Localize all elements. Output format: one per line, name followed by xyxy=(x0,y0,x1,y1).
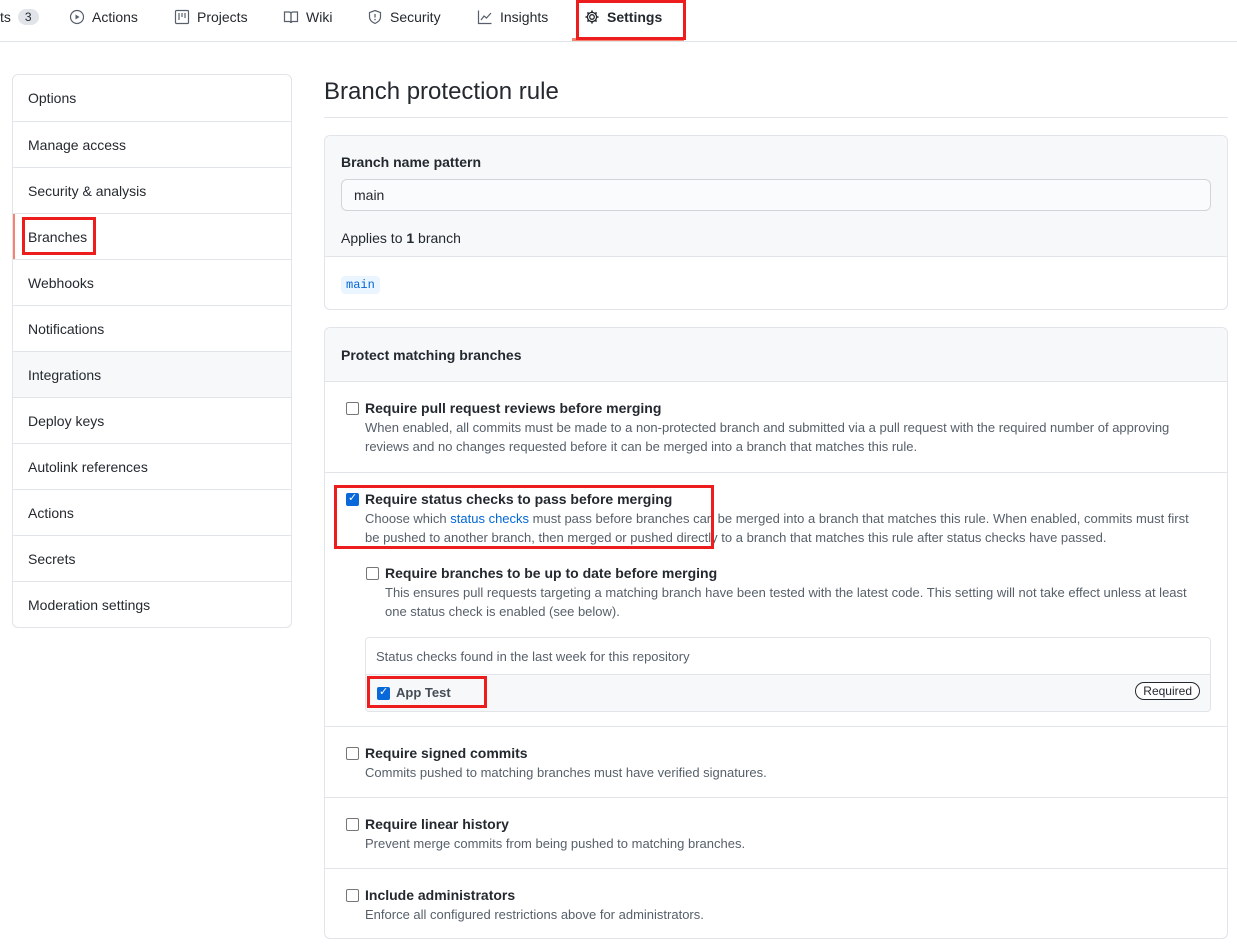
branch-pattern-header: Branch name pattern Applies to 1 branch xyxy=(325,136,1227,257)
sidebar-item-deploy-keys[interactable]: Deploy keys xyxy=(13,397,291,443)
sidebar-item-integrations[interactable]: Integrations xyxy=(13,351,291,397)
rule-description: Prevent merge commits from being pushed … xyxy=(365,836,746,851)
page-title: Branch protection rule xyxy=(324,78,559,105)
checkbox-include-administrators[interactable] xyxy=(346,889,359,902)
applies-count: 1 xyxy=(406,230,415,246)
sidebar-item-notifications[interactable]: Notifications xyxy=(13,305,291,351)
sidebar-item-label: Deploy keys xyxy=(28,412,105,429)
status-checks-link[interactable]: status checks xyxy=(450,511,529,526)
nav-tab-security[interactable]: Security xyxy=(367,0,441,34)
status-check-row: App Test Required xyxy=(366,675,1210,711)
desc-prefix: Choose which xyxy=(365,511,451,526)
rule-description: When enabled, all commits must be made t… xyxy=(365,420,1170,454)
sidebar-item-label: Autolink references xyxy=(28,458,148,475)
repo-nav: ts 3 Actions Projects Wiki Security Insi… xyxy=(0,0,1237,42)
nav-tab-settings[interactable]: Settings xyxy=(584,0,662,34)
checkbox-status-checks[interactable] xyxy=(346,491,359,506)
sidebar-item-label: Moderation settings xyxy=(28,596,151,613)
title-divider xyxy=(324,117,1228,118)
project-icon xyxy=(174,9,190,25)
rule-title: Require pull request reviews before merg… xyxy=(365,400,662,416)
sidebar-item-options[interactable]: Options xyxy=(13,75,291,121)
sidebar-item-label: Notifications xyxy=(28,320,105,337)
protect-branches-box: Protect matching branches Require pull r… xyxy=(324,327,1228,939)
rule-title: Require linear history xyxy=(365,816,509,832)
sidebar-item-label: Security & analysis xyxy=(28,182,147,199)
sidebar-item-security-analysis[interactable]: Security & analysis xyxy=(13,167,291,213)
branch-pattern-label: Branch name pattern xyxy=(341,154,482,170)
graph-icon xyxy=(477,10,492,25)
checkbox-up-to-date[interactable] xyxy=(366,567,379,580)
sidebar-item-webhooks[interactable]: Webhooks xyxy=(13,259,291,305)
book-icon xyxy=(283,11,299,24)
rule-signed-commits: Require signed commits Commits pushed to… xyxy=(325,726,1227,797)
sidebar-item-secrets[interactable]: Secrets xyxy=(13,535,291,581)
nav-tab-settings-label: Settings xyxy=(607,9,663,25)
rule-title: Include administrators xyxy=(365,887,516,903)
rule-status-checks: Require status checks to pass before mer… xyxy=(325,472,1227,726)
applies-to-text: Applies to 1 branch xyxy=(341,230,461,246)
gear-icon xyxy=(585,10,599,24)
sidebar-item-autolink-references[interactable]: Autolink references xyxy=(13,443,291,489)
settings-sidebar: Options Manage access Security & analysi… xyxy=(12,74,292,628)
sidebar-item-label: Manage access xyxy=(28,136,127,153)
play-icon xyxy=(69,9,85,25)
protect-section-title: Protect matching branches xyxy=(341,347,522,363)
nav-tab-actions[interactable]: Actions xyxy=(69,0,138,34)
sidebar-item-label: Webhooks xyxy=(28,274,94,291)
rule-linear-history: Require linear history Prevent merge com… xyxy=(325,797,1227,868)
subrule-title: Require branches to be up to date before… xyxy=(385,565,718,581)
status-check-label: App Test xyxy=(396,685,451,700)
applies-suffix: branch xyxy=(414,230,461,246)
shield-icon xyxy=(368,9,382,25)
nav-tab-security-label: Security xyxy=(390,9,441,25)
sidebar-item-label: Options xyxy=(28,90,77,106)
sidebar-item-label: Integrations xyxy=(28,366,102,383)
sidebar-item-actions[interactable]: Actions xyxy=(13,489,291,535)
rule-description: Enforce all configured restrictions abov… xyxy=(365,907,704,922)
nav-tab-projects[interactable]: Projects xyxy=(174,0,248,34)
nav-tab-wiki[interactable]: Wiki xyxy=(283,0,332,34)
subrule-description: This ensures pull requests targeting a m… xyxy=(385,585,1187,619)
rule-pull-request-reviews: Require pull request reviews before merg… xyxy=(325,382,1227,472)
checkbox-signed-commits[interactable] xyxy=(346,747,359,760)
required-badge: Required xyxy=(1135,682,1200,700)
status-checks-list: Status checks found in the last week for… xyxy=(365,637,1211,712)
matching-branch-label: main xyxy=(341,276,380,294)
sidebar-item-branches[interactable]: Branches xyxy=(13,213,291,259)
protect-header: Protect matching branches xyxy=(325,328,1227,382)
nav-counter: 3 xyxy=(17,9,39,25)
rule-title: Require status checks to pass before mer… xyxy=(365,491,673,507)
branch-pattern-input[interactable] xyxy=(341,179,1211,211)
sidebar-item-label: Actions xyxy=(28,504,74,521)
nav-tab-actions-label: Actions xyxy=(92,9,138,25)
active-tab-underline xyxy=(572,38,684,41)
rule-description: Commits pushed to matching branches must… xyxy=(365,765,767,780)
nav-tab-partial-label: ts xyxy=(0,9,11,25)
sidebar-item-label: Secrets xyxy=(28,550,76,567)
nav-tab-partial[interactable]: ts 3 xyxy=(0,0,39,34)
checkbox-app-test[interactable] xyxy=(377,685,390,700)
applies-prefix: Applies to xyxy=(341,230,407,246)
rule-description: Choose which status checks must pass bef… xyxy=(365,509,1205,547)
status-checks-header: Status checks found in the last week for… xyxy=(366,638,1210,675)
sidebar-item-manage-access[interactable]: Manage access xyxy=(13,121,291,167)
sidebar-item-label: Branches xyxy=(28,228,88,245)
nav-tab-wiki-label: Wiki xyxy=(306,9,333,25)
rule-include-administrators: Include administrators Enforce all confi… xyxy=(325,868,1227,938)
rule-title: Require signed commits xyxy=(365,745,528,761)
checkbox-pull-request-reviews[interactable] xyxy=(346,402,359,415)
checkbox-linear-history[interactable] xyxy=(346,818,359,831)
sidebar-item-moderation-settings[interactable]: Moderation settings xyxy=(13,581,291,627)
branch-pattern-box: Branch name pattern Applies to 1 branch … xyxy=(324,135,1228,310)
nav-tab-projects-label: Projects xyxy=(197,9,248,25)
nav-tab-insights[interactable]: Insights xyxy=(477,0,548,34)
nav-tab-insights-label: Insights xyxy=(500,9,549,25)
